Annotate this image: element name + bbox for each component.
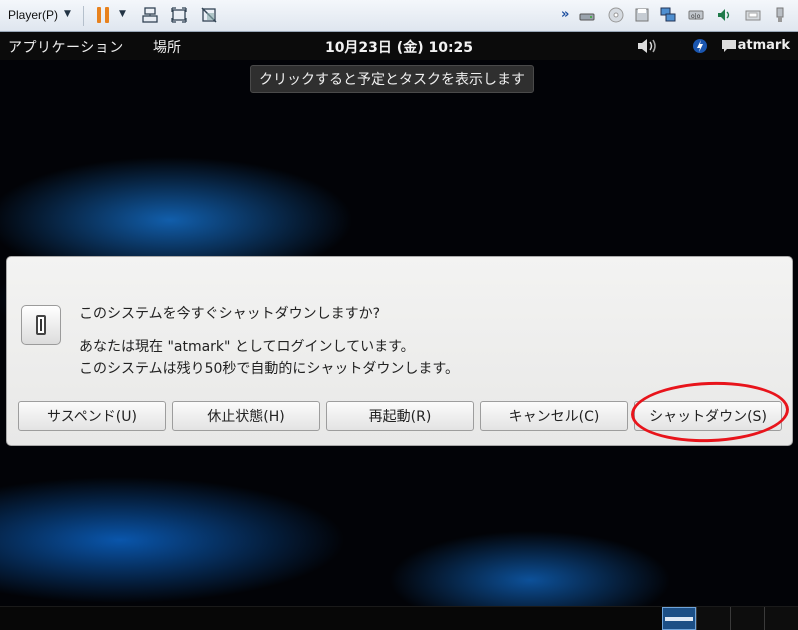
hibernate-button[interactable]: 休止状態(H)	[172, 401, 320, 431]
network-adapter-icon[interactable]	[660, 7, 676, 23]
toolbar-separator	[83, 6, 84, 26]
cd-dvd-icon[interactable]	[608, 7, 624, 23]
chat-status-icon[interactable]	[721, 39, 737, 53]
network-manager-icon[interactable]	[692, 38, 708, 54]
gnome-bottom-panel	[0, 606, 798, 630]
workspace-4[interactable]	[764, 607, 798, 630]
printer-icon[interactable]	[745, 7, 761, 23]
dialog-countdown-info: このシステムは残り50秒で自動的にシャットダウンします。	[79, 361, 459, 377]
usb-connect-icon[interactable]	[772, 7, 788, 23]
vm-player-toolbar: Player(P) ▼ ▼ » o|o	[0, 0, 798, 32]
workspace-3[interactable]	[730, 607, 764, 630]
more-devices-icon[interactable]: »	[561, 7, 569, 22]
cancel-button[interactable]: キャンセル(C)	[480, 401, 628, 431]
dialog-login-info: あなたは現在 "atmark" としてログインしています。	[79, 339, 415, 355]
fullscreen-icon[interactable]	[171, 7, 187, 23]
player-menu[interactable]: Player(P)	[8, 8, 58, 22]
send-ctrl-alt-del-icon[interactable]	[142, 7, 158, 23]
workspace-2[interactable]	[696, 607, 730, 630]
power-switch-icon	[21, 305, 61, 345]
hard-disk-icon[interactable]	[579, 7, 595, 23]
unity-mode-icon[interactable]	[201, 7, 217, 23]
dialog-heading: このシステムを今すぐシャットダウンしますか?	[79, 306, 381, 322]
player-menu-dropdown-icon[interactable]: ▼	[64, 9, 71, 19]
gnome-top-panel: アプリケーション 場所 10月23日 (金) 10:25 atmark	[0, 32, 798, 60]
pause-icon[interactable]	[96, 7, 112, 23]
clock-tooltip: クリックすると予定とタスクを表示します	[250, 65, 534, 93]
workspace-1[interactable]	[662, 607, 696, 630]
restart-button[interactable]: 再起動(R)	[326, 401, 474, 431]
usb-device-icon[interactable]: o|o	[688, 7, 704, 23]
user-menu[interactable]: atmark	[738, 38, 790, 53]
sound-card-icon[interactable]	[716, 7, 732, 23]
suspend-button[interactable]: サスペンド(U)	[18, 401, 166, 431]
clock[interactable]: 10月23日 (金) 10:25	[0, 37, 798, 57]
floppy-icon[interactable]	[634, 7, 650, 23]
pause-dropdown-icon[interactable]: ▼	[119, 9, 126, 19]
volume-icon[interactable]	[637, 37, 659, 55]
svg-text:o|o: o|o	[691, 13, 701, 20]
